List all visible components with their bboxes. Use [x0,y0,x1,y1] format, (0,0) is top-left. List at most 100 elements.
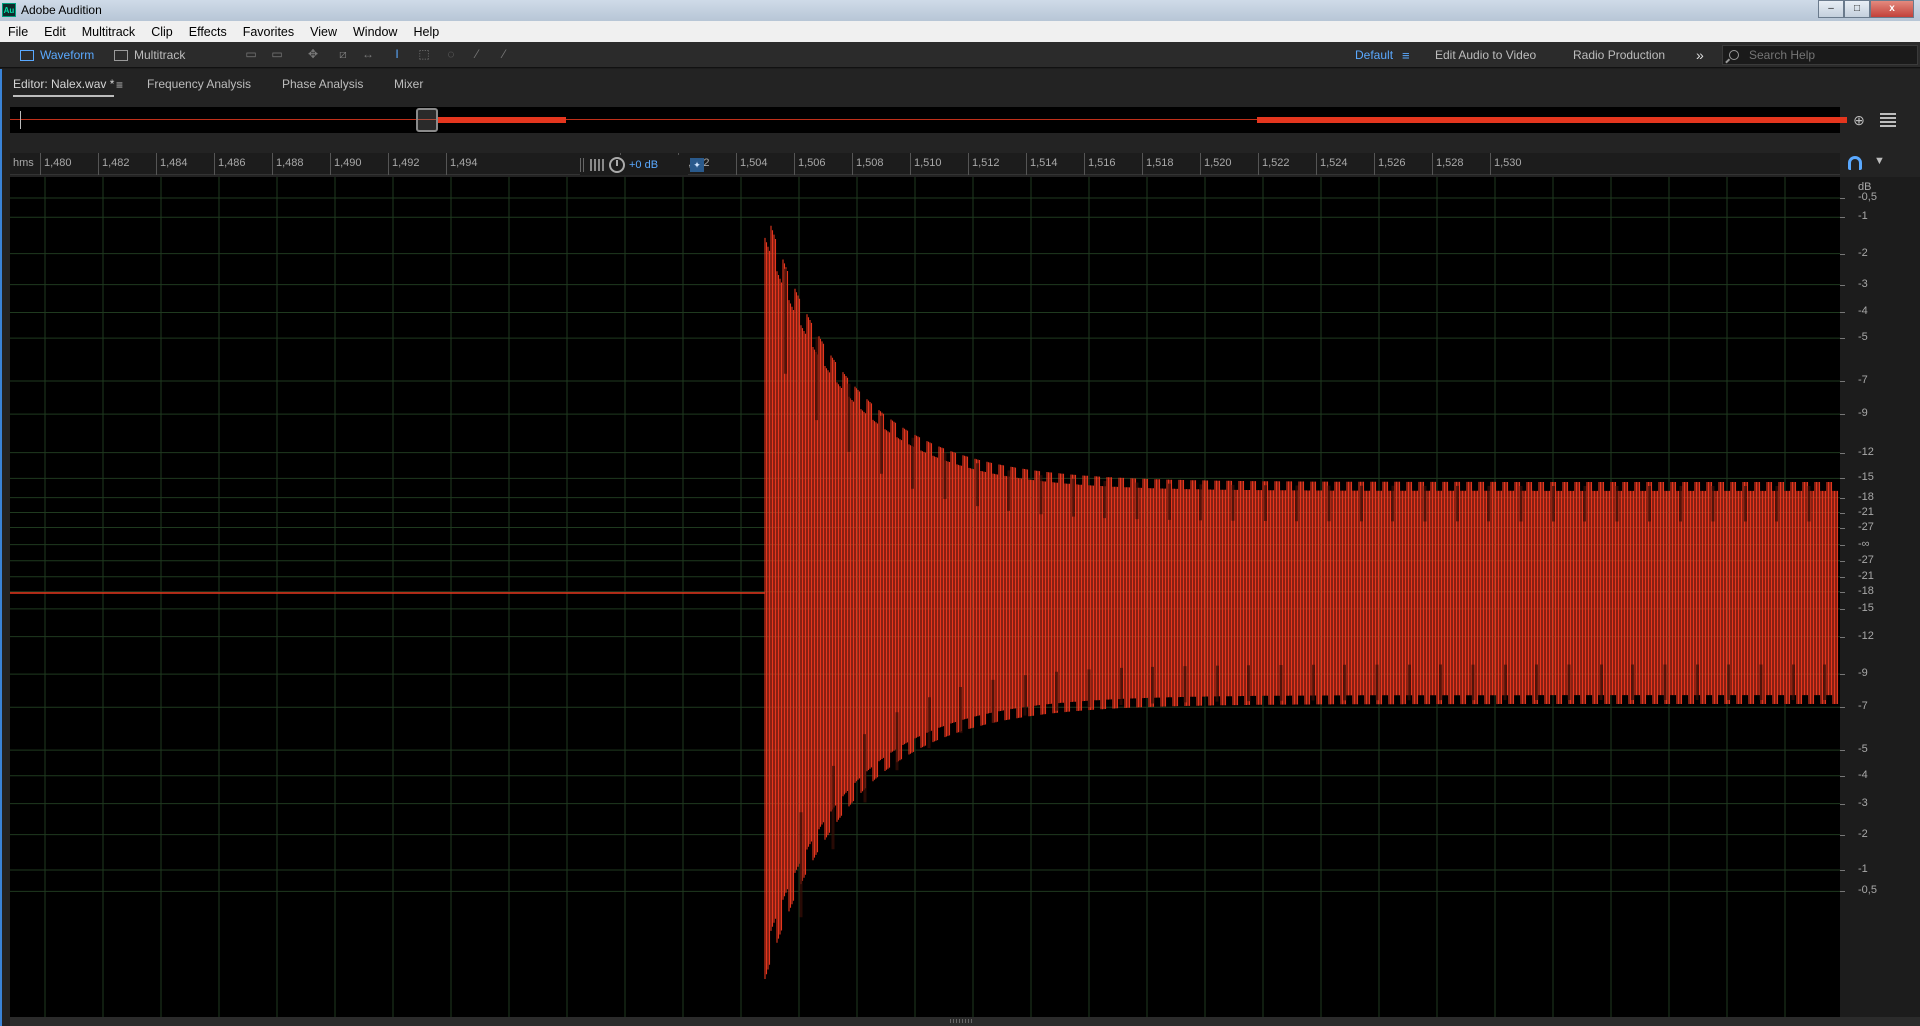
window-controls: – □ x [1818,0,1914,18]
ruler-tick [1258,153,1259,175]
razor-tool-icon[interactable]: ⧄ [335,48,351,61]
resize-grip-icon[interactable] [950,1019,974,1023]
workspace-more-icon[interactable]: » [1696,42,1704,68]
db-tick [1840,674,1845,676]
tab-editor[interactable]: Editor: Nalex.wav * [13,77,115,97]
waveform-signal [764,225,1839,979]
ruler-tick [1374,153,1375,175]
menu-help[interactable]: Help [405,25,447,39]
search-help-box[interactable] [1722,45,1918,65]
db-tick-label: -3 [1858,277,1868,290]
close-button[interactable]: x [1870,0,1914,18]
time-ruler[interactable]: hms 1,480 1,482 1,484 1,486 1,488 1,490 1,492 1… [10,153,1840,175]
db-tick-label: -9 [1858,667,1868,680]
db-tick-label: -5 [1858,331,1868,344]
editor-tab-menu-icon[interactable]: ≡ [116,78,123,92]
db-tick-label: -18 [1858,584,1874,597]
spot-healing-icon[interactable]: ⁄ [496,48,512,61]
db-tick [1840,891,1845,893]
ruler-unit-label: hms [13,157,34,169]
headphone-icon[interactable] [1848,156,1862,170]
db-tick [1840,338,1845,340]
multitrack-mode-button[interactable]: Multitrack [114,42,185,68]
search-input[interactable] [1749,48,1909,62]
ruler-tick-label: 1,488 [276,157,304,169]
brush-tool-icon[interactable]: ⁄ [469,48,485,61]
db-tick [1840,775,1845,777]
workspace-radio-production[interactable]: Radio Production [1573,42,1665,68]
ruler-tick-label: 1,494 [450,157,478,169]
menu-multitrack[interactable]: Multitrack [74,25,143,39]
db-tick [1840,380,1845,382]
waveform-view-icon [20,49,34,61]
ruler-tick-label: 1,524 [1320,157,1348,169]
marquee-tool-icon[interactable]: ⬚ [416,48,432,61]
db-tick [1840,497,1845,499]
menu-file[interactable]: File [0,25,36,39]
workspace-menu-icon[interactable]: ≡ [1402,42,1410,68]
waveform-mode-button[interactable]: Waveform [20,42,94,68]
ruler-tick [1490,153,1491,175]
lasso-tool-icon[interactable]: ◌ [443,48,459,61]
marker-icon[interactable]: ▼ [1874,155,1885,169]
waveform-canvas[interactable] [10,177,1840,1017]
ruler-tick [40,153,41,175]
tab-frequency-analysis[interactable]: Frequency Analysis [147,77,251,91]
overview-zoom-handle[interactable] [416,108,438,132]
ruler-tick [910,153,911,175]
spectral-pitch-icon[interactable]: ▭ [269,48,285,61]
db-tick-label: -0,5 [1858,884,1877,897]
spectral-frequency-icon[interactable]: ▭ [243,48,259,61]
ruler-tick-label: 1,528 [1436,157,1464,169]
menu-clip[interactable]: Clip [143,25,181,39]
volume-knob-icon[interactable] [609,157,625,173]
db-tick-label: -12 [1858,445,1874,458]
menu-favorites[interactable]: Favorites [235,25,302,39]
overview-audio-segment [1257,117,1847,123]
maximize-button[interactable]: □ [1844,0,1870,18]
hud-grip-icon[interactable] [580,158,586,172]
workspace-default[interactable]: Default [1355,42,1393,68]
ruler-tick [446,153,447,175]
slip-tool-icon[interactable]: ↔ [360,48,376,61]
time-selection-tool-icon[interactable]: I [389,48,405,61]
db-tick-label: -27 [1858,520,1874,533]
ruler-tick-label: 1,506 [798,157,826,169]
bottom-scroll-strip[interactable] [10,1017,1920,1026]
zoom-out-full-icon[interactable]: ⊕ [1850,111,1868,129]
db-tick-label: -12 [1858,629,1874,642]
minimize-button[interactable]: – [1818,0,1844,18]
overview-visible-range [436,117,566,123]
waveform-display[interactable] [10,177,1840,1017]
ruler-tick-label: 1,520 [1204,157,1232,169]
menu-edit[interactable]: Edit [36,25,74,39]
db-tick-label: -∞ [1858,537,1870,550]
db-tick [1840,197,1845,199]
overview-bar[interactable] [10,107,1847,133]
move-tool-icon[interactable]: ✥ [305,48,321,61]
ruler-tick [852,153,853,175]
ruler-tick-label: 1,512 [972,157,1000,169]
pin-hud-icon[interactable]: ✦ [690,158,704,172]
menu-view[interactable]: View [302,25,345,39]
workspace-edit-audio-to-video[interactable]: Edit Audio to Video [1435,42,1536,68]
db-tick-label: -15 [1858,471,1874,484]
menu-effects[interactable]: Effects [181,25,235,39]
tab-mixer[interactable]: Mixer [394,77,423,91]
db-tick-label: -0,5 [1858,190,1877,203]
db-tick-label: -4 [1858,305,1868,318]
editor-panel: Editor: Nalex.wav * ≡ Frequency Analysis… [0,69,1920,1026]
db-tick [1840,608,1845,610]
panel-menu-icon[interactable] [1880,113,1896,127]
ruler-tick-label: 1,510 [914,157,942,169]
db-tick [1840,527,1845,529]
db-scale: dB -0,5 -1 -2 -3 -4 -5 -7 -9 -12 -15 -18 -21 -27 -∞ -2… [1840,177,1920,1017]
ruler-tick [1142,153,1143,175]
menu-bar: File Edit Multitrack Clip Effects Favori… [0,21,1920,42]
volume-hud[interactable]: +0 dB [580,155,688,175]
db-tick [1840,576,1845,578]
tab-phase-analysis[interactable]: Phase Analysis [282,77,363,91]
title-bar: Au Adobe Audition – □ x [0,0,1920,21]
menu-window[interactable]: Window [345,25,405,39]
toolbar: Waveform Multitrack ▭ ▭ ✥ ⧄ ↔ I ⬚ ◌ ⁄ ⁄ … [0,42,1920,68]
